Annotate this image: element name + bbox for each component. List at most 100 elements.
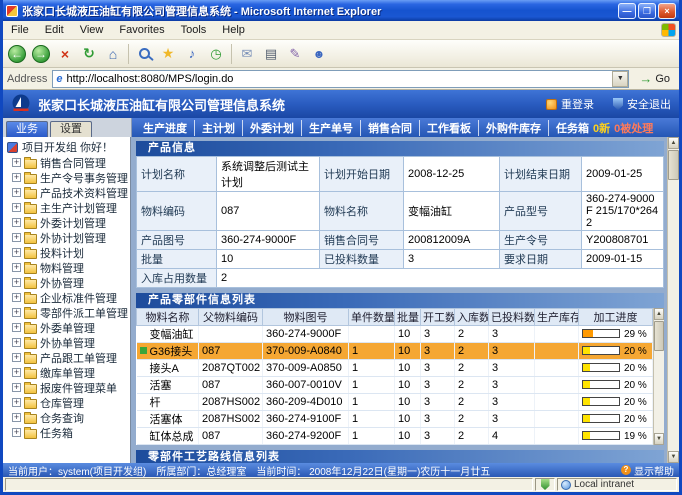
nav-item[interactable]: 工作看板 bbox=[420, 120, 479, 136]
address-dropdown-icon[interactable]: ▼ bbox=[612, 71, 628, 87]
stop-button[interactable]: × bbox=[56, 44, 74, 64]
go-button[interactable]: → Go bbox=[634, 69, 675, 89]
forward-button[interactable]: → bbox=[32, 44, 50, 64]
relogin-button[interactable]: 重登录 bbox=[546, 96, 594, 112]
parts-column-header[interactable]: 批量 bbox=[395, 309, 421, 326]
sidebar-item[interactable]: + 投料计划 bbox=[4, 245, 129, 260]
menu-item[interactable]: Favorites bbox=[111, 24, 172, 36]
address-input[interactable] bbox=[66, 71, 612, 87]
expand-icon[interactable]: + bbox=[12, 158, 21, 167]
media-button[interactable]: ♪ bbox=[183, 44, 201, 64]
expand-icon[interactable]: + bbox=[12, 428, 21, 437]
expand-icon[interactable]: + bbox=[12, 218, 21, 227]
sidebar-item[interactable]: + 仓库管理 bbox=[4, 395, 129, 410]
nav-item[interactable]: 外购件库存 bbox=[479, 120, 549, 136]
parts-row[interactable]: 变幅油缸 360-274-9000F 10 3 2 3 bbox=[137, 326, 653, 343]
expand-icon[interactable]: + bbox=[12, 188, 21, 197]
show-help-button[interactable]: ? 显示帮助 bbox=[621, 463, 674, 477]
sidebar-item[interactable]: + 产品技术资料管理 bbox=[4, 185, 129, 200]
parts-column-header[interactable]: 父物料编码 bbox=[199, 309, 263, 326]
sidebar-item[interactable]: + 销售合同管理 bbox=[4, 155, 129, 170]
expand-icon[interactable]: + bbox=[12, 203, 21, 212]
scroll-thumb[interactable] bbox=[668, 150, 679, 180]
sidebar-item[interactable]: + 零部件派工单管理 bbox=[4, 305, 129, 320]
parts-column-header[interactable]: 开工数 bbox=[421, 309, 455, 326]
sidebar-item[interactable]: + 企业标准件管理 bbox=[4, 290, 129, 305]
menu-item[interactable]: View bbox=[72, 24, 112, 36]
nav-item[interactable]: 外委计划 bbox=[243, 120, 302, 136]
close-button[interactable]: × bbox=[658, 3, 676, 19]
scroll-thumb[interactable] bbox=[654, 321, 664, 351]
parts-row[interactable]: 接头A 2087QT002 370-009-A0850 1 10 3 2 3 bbox=[137, 360, 653, 377]
parts-row[interactable]: 杆 2087HS002 360-209-4D010 1 10 3 2 3 bbox=[137, 394, 653, 411]
sidebar-item[interactable]: + 外委单管理 bbox=[4, 320, 129, 335]
parts-row[interactable]: 活塞 087 360-007-0010V 1 10 3 2 3 bbox=[137, 377, 653, 394]
parts-column-header[interactable]: 加工进度 bbox=[579, 309, 653, 326]
sidebar-item[interactable]: + 外协管理 bbox=[4, 275, 129, 290]
main-scrollbar[interactable]: ▲ ▼ bbox=[667, 137, 679, 463]
logout-button[interactable]: 安全退出 bbox=[613, 96, 671, 112]
expand-icon[interactable]: + bbox=[12, 383, 21, 392]
tab-settings[interactable]: 设置 bbox=[50, 121, 92, 137]
scroll-up-icon[interactable]: ▲ bbox=[668, 137, 679, 149]
sidebar-item[interactable]: + 报废件管理菜单 bbox=[4, 380, 129, 395]
expand-icon[interactable]: + bbox=[12, 248, 21, 257]
parts-column-header[interactable]: 物料名称 bbox=[137, 309, 199, 326]
sidebar-item[interactable]: + 物料管理 bbox=[4, 260, 129, 275]
search-button[interactable] bbox=[135, 44, 153, 64]
parts-scrollbar[interactable]: ▲ ▼ bbox=[653, 308, 664, 445]
nav-item[interactable]: 销售合同 bbox=[361, 120, 420, 136]
expand-icon[interactable]: + bbox=[12, 308, 21, 317]
expand-icon[interactable]: + bbox=[12, 398, 21, 407]
messenger-button[interactable]: ☻ bbox=[310, 44, 328, 64]
expand-icon[interactable]: + bbox=[12, 413, 21, 422]
tab-business[interactable]: 业务 bbox=[6, 121, 48, 137]
menu-item[interactable]: Tools bbox=[173, 24, 215, 36]
nav-item[interactable]: 主计划 bbox=[195, 120, 243, 136]
menu-item[interactable]: File bbox=[3, 24, 37, 36]
parts-row[interactable]: 缸体总成 087 360-274-9200F 1 10 3 2 4 bbox=[137, 428, 653, 445]
expand-icon[interactable]: + bbox=[12, 233, 21, 242]
expand-icon[interactable]: + bbox=[12, 368, 21, 377]
edit-button[interactable]: ✎ bbox=[286, 44, 304, 64]
scroll-up-icon[interactable]: ▲ bbox=[654, 308, 664, 320]
parts-column-header[interactable]: 入库数 bbox=[455, 309, 489, 326]
parts-column-header[interactable]: 已投料数 bbox=[489, 309, 535, 326]
parts-column-header[interactable]: 物料图号 bbox=[263, 309, 349, 326]
favorites-button[interactable]: ★ bbox=[159, 44, 177, 64]
sidebar-item[interactable]: + 生产令号事务管理 bbox=[4, 170, 129, 185]
expand-icon[interactable]: + bbox=[12, 293, 21, 302]
menu-item[interactable]: Help bbox=[214, 24, 253, 36]
refresh-button[interactable]: ↻ bbox=[80, 44, 98, 64]
expand-icon[interactable]: + bbox=[12, 263, 21, 272]
expand-icon[interactable]: + bbox=[12, 353, 21, 362]
minimize-button[interactable]: — bbox=[618, 3, 636, 19]
expand-icon[interactable]: + bbox=[12, 173, 21, 182]
sidebar-item[interactable]: + 缴库单管理 bbox=[4, 365, 129, 380]
mail-button[interactable]: ✉ bbox=[238, 44, 256, 64]
scroll-down-icon[interactable]: ▼ bbox=[654, 433, 664, 445]
sidebar-item[interactable]: + 外协单管理 bbox=[4, 335, 129, 350]
history-button[interactable]: ◷ bbox=[207, 44, 225, 64]
menu-item[interactable]: Edit bbox=[37, 24, 72, 36]
parts-column-header[interactable]: 单件数量 bbox=[349, 309, 395, 326]
expand-icon[interactable]: + bbox=[12, 338, 21, 347]
back-button[interactable]: ← bbox=[8, 44, 26, 64]
expand-icon[interactable]: + bbox=[12, 278, 21, 287]
print-button[interactable]: ▤ bbox=[262, 44, 280, 64]
nav-item-taskbox[interactable]: 任务箱 0新 0被处理 bbox=[549, 120, 660, 136]
parts-row[interactable]: 活塞体 2087HS002 360-274-9100F 1 10 3 2 3 bbox=[137, 411, 653, 428]
nav-item[interactable]: 生产进度 bbox=[136, 120, 195, 136]
sidebar-item[interactable]: + 任务箱 bbox=[4, 425, 129, 440]
sidebar-item[interactable]: + 产品跟工单管理 bbox=[4, 350, 129, 365]
parts-row[interactable]: G36接头 087 370-009-A0840 1 10 3 2 3 bbox=[137, 343, 653, 360]
nav-item[interactable]: 生产单号 bbox=[302, 120, 361, 136]
sidebar-item[interactable]: + 外委计划管理 bbox=[4, 215, 129, 230]
scroll-down-icon[interactable]: ▼ bbox=[668, 451, 679, 463]
maximize-button[interactable]: ❐ bbox=[638, 3, 656, 19]
sidebar-item[interactable]: + 仓务查询 bbox=[4, 410, 129, 425]
sidebar-item[interactable]: + 主生产计划管理 bbox=[4, 200, 129, 215]
title-bar[interactable]: 张家口长城液压油缸有限公司管理信息系统 - Microsoft Internet… bbox=[3, 0, 679, 21]
expand-icon[interactable]: + bbox=[12, 323, 21, 332]
home-button[interactable]: ⌂ bbox=[104, 44, 122, 64]
